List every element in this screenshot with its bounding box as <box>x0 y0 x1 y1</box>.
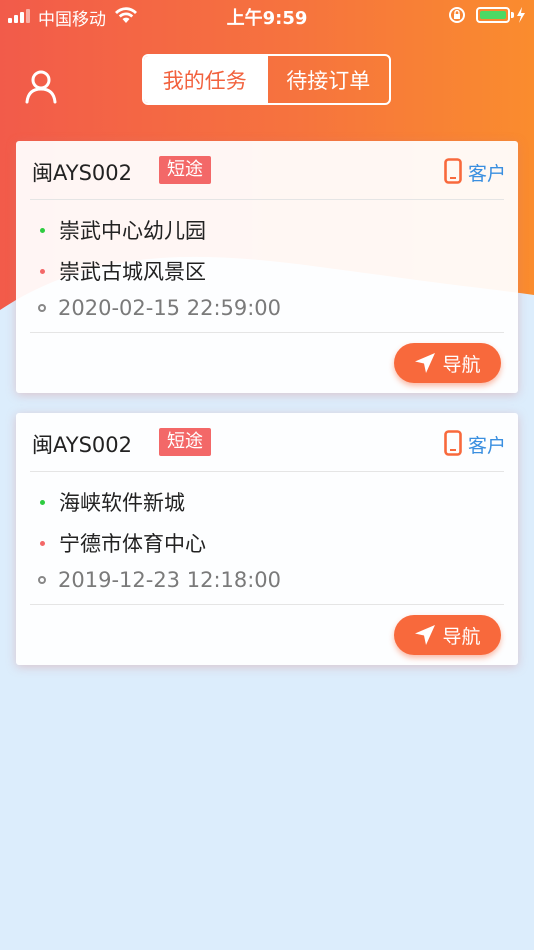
clock-icon <box>38 304 46 312</box>
navigation-arrow-icon <box>415 625 436 645</box>
divider <box>30 604 504 605</box>
divider <box>30 199 504 200</box>
destination-address: 崇武古城风景区 <box>59 260 206 284</box>
destination-row: 宁德市体育中心 <box>40 528 206 558</box>
divider <box>30 471 504 472</box>
user-icon[interactable] <box>24 68 58 104</box>
task-tabs: 我的任务 待接订单 <box>142 54 391 105</box>
license-plate: 闽AYS002 <box>32 161 132 185</box>
navigate-button[interactable]: 导航 <box>394 343 501 383</box>
status-bar: 中国移动 上午9:59 <box>0 0 534 32</box>
destination-dot-icon <box>40 268 45 274</box>
order-card[interactable]: 闽AYS002 短途 客户 崇武中心幼儿园 崇武古城风景区 2020-02-15… <box>16 141 518 393</box>
contact-client-link[interactable]: 客户 <box>468 431 506 458</box>
origin-dot-icon <box>40 499 45 505</box>
tab-my-tasks[interactable]: 我的任务 <box>144 56 266 103</box>
origin-row: 海峡软件新城 <box>40 487 185 517</box>
tab-pending-orders[interactable]: 待接订单 <box>265 56 390 103</box>
battery-level <box>480 11 506 19</box>
battery-tip <box>511 12 514 18</box>
time-row: 2019-12-23 12:18:00 <box>38 568 282 592</box>
contact-client-link[interactable]: 客户 <box>468 159 506 186</box>
order-datetime: 2020-02-15 22:59:00 <box>58 296 282 320</box>
navigate-button[interactable]: 导航 <box>394 615 501 655</box>
rotation-lock-icon <box>449 7 465 23</box>
order-datetime: 2019-12-23 12:18:00 <box>58 568 282 592</box>
origin-address: 崇武中心幼儿园 <box>59 219 206 243</box>
destination-address: 宁德市体育中心 <box>59 532 206 556</box>
origin-row: 崇武中心幼儿园 <box>40 215 206 245</box>
charging-icon <box>517 7 525 23</box>
navigation-arrow-icon <box>415 353 436 373</box>
destination-row: 崇武古城风景区 <box>40 256 206 286</box>
phone-icon[interactable] <box>444 158 462 184</box>
origin-dot-icon <box>40 227 45 233</box>
trip-type-tag: 短途 <box>159 428 211 456</box>
divider <box>30 332 504 333</box>
battery-icon <box>476 7 510 23</box>
trip-type-tag: 短途 <box>159 156 211 184</box>
license-plate: 闽AYS002 <box>32 433 132 457</box>
navigate-label: 导航 <box>442 353 481 376</box>
destination-dot-icon <box>40 540 45 546</box>
navigate-label: 导航 <box>442 625 481 648</box>
phone-icon[interactable] <box>444 430 462 456</box>
order-card[interactable]: 闽AYS002 短途 客户 海峡软件新城 宁德市体育中心 2019-12-23 … <box>16 413 518 665</box>
origin-address: 海峡软件新城 <box>59 491 185 515</box>
clock-icon <box>38 576 46 584</box>
time-row: 2020-02-15 22:59:00 <box>38 296 282 320</box>
